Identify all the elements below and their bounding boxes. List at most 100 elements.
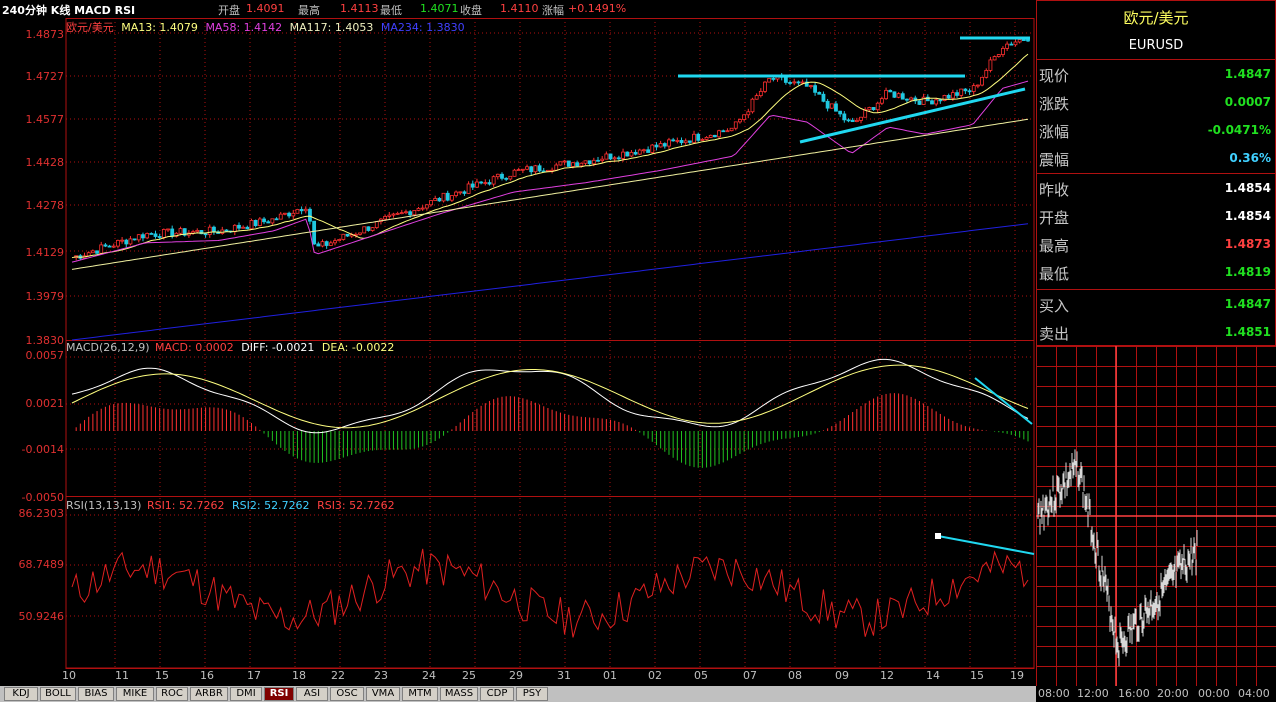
candle-body: [905, 98, 909, 101]
tab-psy[interactable]: PSY: [516, 687, 548, 701]
quote-row-value: 1.4851: [1224, 325, 1271, 339]
candle-body: [1021, 39, 1026, 42]
intraday-mini-chart[interactable]: [1036, 346, 1276, 686]
y-tick-rsi-0: 86.2303: [18, 507, 65, 520]
candle-body: [717, 130, 721, 138]
candle-body: [704, 136, 709, 140]
candle-body: [934, 99, 939, 105]
macd-title: MACD(26,12,9): [66, 341, 150, 354]
candle-body: [470, 183, 475, 188]
candle-body: [341, 233, 346, 240]
dea-value: DEA: -0.0022: [321, 341, 395, 354]
candle-body: [955, 92, 959, 96]
quote-row-value: 0.0007: [1224, 95, 1271, 109]
support-trendline: [799, 87, 1026, 144]
candle-body: [291, 212, 296, 217]
candle-body: [374, 221, 379, 229]
y-tick-main-4: 1.4278: [25, 199, 65, 212]
candle-body: [149, 233, 154, 235]
candle-body: [445, 192, 450, 201]
quote-row: 开盘 1.4854: [1037, 203, 1275, 229]
candle-body: [633, 151, 638, 155]
quote-panel: 欧元/美元 EURUSD 现价 1.4847 涨跌 0.0007 涨幅 -0.0471% 震…: [1036, 0, 1276, 346]
candle-body: [136, 234, 141, 241]
tab-bias[interactable]: BIAS: [78, 687, 114, 701]
candle-body: [424, 204, 429, 209]
quote-row-value: 0.36%: [1229, 151, 1271, 165]
candle-body: [829, 103, 834, 109]
candle-body: [454, 191, 458, 196]
tab-mtm[interactable]: MTM: [402, 687, 438, 701]
candle-body: [253, 220, 258, 226]
tab-dmi[interactable]: DMI: [230, 687, 262, 701]
quote-row-label: 昨收: [1039, 181, 1070, 199]
candle-body: [141, 234, 145, 239]
candle-body: [391, 213, 396, 216]
rsi2-value: RSI2: 52.7262: [232, 499, 310, 512]
candle-body: [512, 169, 517, 177]
candle-body: [170, 228, 175, 237]
rsi3-value: RSI3: 52.7262: [317, 499, 395, 512]
ma58-label: MA58: 1.4142: [205, 21, 283, 34]
tab-mike[interactable]: MIKE: [116, 687, 154, 701]
candle-body: [817, 91, 822, 95]
candle-body: [813, 85, 817, 93]
candle-body: [232, 224, 237, 233]
candle-body: [842, 113, 847, 121]
candle-body: [850, 119, 855, 123]
y-tick-macd-2: -0.0014: [21, 443, 64, 456]
candle-body: [287, 212, 291, 217]
quote-row: 震幅 0.36%: [1037, 145, 1275, 171]
candle-body: [395, 212, 400, 215]
tab-vma[interactable]: VMA: [366, 687, 400, 701]
dea-line: [71, 364, 1029, 429]
quote-row-label: 最高: [1039, 237, 1070, 255]
candle-body: [90, 250, 95, 254]
panel-frame: [65, 496, 1035, 669]
candle-body: [103, 244, 108, 247]
tab-mass[interactable]: MASS: [440, 687, 478, 701]
quote-name: 欧元/美元: [1123, 9, 1189, 27]
candle-body: [153, 233, 158, 237]
tab-arbr[interactable]: ARBR: [190, 687, 228, 701]
candle-body: [178, 228, 183, 234]
candle-body: [629, 151, 634, 157]
candle-body: [529, 166, 534, 173]
panel-frame: [65, 340, 1035, 497]
candle-body: [366, 226, 371, 231]
tab-boll[interactable]: BOLL: [40, 687, 76, 701]
candle-body: [637, 149, 642, 155]
quote-row-label: 开盘: [1039, 209, 1070, 227]
candle-body: [950, 92, 955, 99]
candle-body: [721, 130, 726, 133]
y-tick-main-2: 1.4577: [25, 113, 65, 126]
tab-cdp[interactable]: CDP: [480, 687, 514, 701]
x-tick: 08: [788, 669, 802, 682]
candle-body: [796, 81, 801, 84]
candle-body: [416, 208, 421, 211]
candle-body: [483, 182, 488, 184]
candle-body: [758, 90, 763, 97]
candle-body: [959, 88, 964, 96]
tab-roc[interactable]: ROC: [156, 687, 188, 701]
y-tick-macd-0: 0.0057: [25, 349, 65, 362]
x-tick: 12: [880, 669, 894, 682]
candle-body: [212, 226, 216, 233]
candle-body: [875, 102, 880, 111]
tab-asi[interactable]: ASI: [296, 687, 328, 701]
ma13-label: MA13: 1.4079: [121, 21, 198, 34]
tab-kdj[interactable]: KDJ: [4, 687, 38, 701]
y-tick-main-7: 1.3830: [25, 334, 65, 347]
candle-body: [917, 100, 922, 105]
rsi-trendline: [937, 535, 1035, 555]
candle-body: [370, 227, 375, 231]
candle-body: [387, 214, 392, 217]
quote-row-label: 最低: [1039, 265, 1070, 283]
candle-body: [892, 91, 897, 98]
tab-osc[interactable]: OSC: [330, 687, 364, 701]
quote-row-value: 1.4819: [1224, 265, 1271, 279]
candle-body: [449, 195, 454, 201]
x-tick: 14: [926, 669, 940, 682]
tab-rsi[interactable]: RSI: [264, 687, 294, 701]
candle-body: [1001, 47, 1005, 55]
